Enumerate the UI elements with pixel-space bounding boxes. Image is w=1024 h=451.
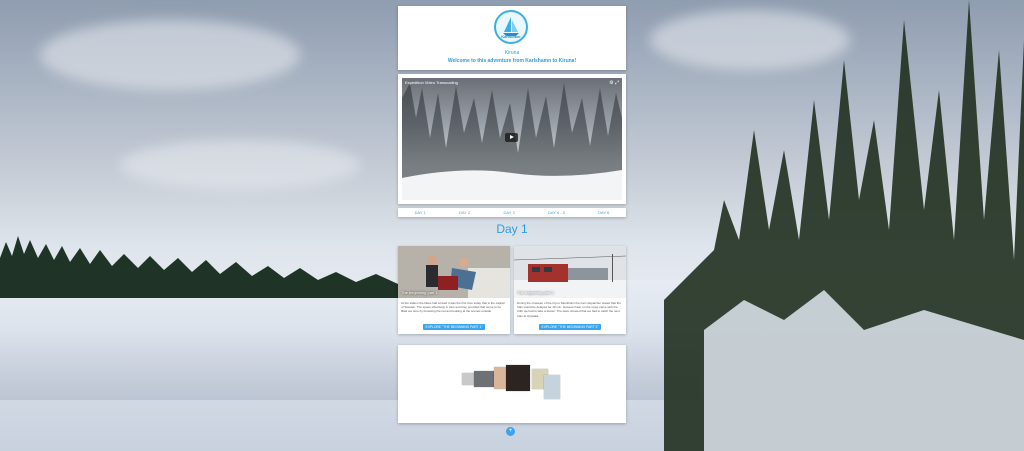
gallery-thumb[interactable] [462,373,474,385]
story-text-2: During the nineteen of the trip to Stock… [517,301,621,318]
nav-day-6[interactable]: DAY 6 [598,210,609,215]
scroll-down-button[interactable]: + [506,427,515,436]
play-icon[interactable] [505,133,518,142]
header-subtitle: Welcome to this adventure from Karlshamn… [447,58,577,64]
explore-button-1[interactable]: EXPLORE "THE BEGINNING PART 1" [423,324,485,330]
story-caption-2: The beginning part 2 [517,290,554,295]
gallery-thumb[interactable] [474,371,494,387]
day-heading: Day 1 [496,222,528,236]
background-treeline-left [0,236,420,298]
nav-day-1[interactable]: DAY 1 [415,210,426,215]
background-treeline-right [664,0,1024,451]
video-title: Expedition Video Transcoding [405,80,458,85]
photo-gallery [398,345,626,423]
video-player[interactable]: Expedition Video Transcoding ⚙ ⤢ [402,78,622,200]
header-card: Karlsbiker Kiruna Welcome to this advent… [398,6,626,70]
story-caption-1: The beginning part 1 [401,290,438,295]
days-nav: DAY 1 DAY 2 DAY 3 DAY 4 - 5 DAY 6 [398,208,626,217]
logo-text: Karlsbiker [501,34,521,39]
nav-day-2[interactable]: DAY 2 [459,210,470,215]
story-card-2: The beginning part 2 During the nineteen… [514,246,626,334]
header-title: Kiruna [504,50,520,56]
gallery-thumb[interactable] [506,365,530,391]
background-cloud [120,140,360,190]
logo[interactable]: Karlsbiker [494,10,528,44]
nav-day-3[interactable]: DAY 3 [503,210,514,215]
nav-day-4-5[interactable]: DAY 4 - 5 [548,210,565,215]
story-image-2[interactable]: The beginning part 2 [514,246,626,298]
story-card-1: The beginning part 1 At the station the … [398,246,510,334]
video-settings-fullscreen-icons[interactable]: ⚙ ⤢ [609,80,619,86]
story-image-1[interactable]: The beginning part 1 [398,246,510,298]
gallery-thumb[interactable] [544,375,560,399]
explore-button-2[interactable]: EXPLORE "THE BEGINNING PART 2" [539,324,601,330]
background-cloud [40,20,300,90]
story-text-1: At the station the bikes had arrived it … [401,301,505,314]
video-card: Expedition Video Transcoding ⚙ ⤢ [398,74,626,204]
